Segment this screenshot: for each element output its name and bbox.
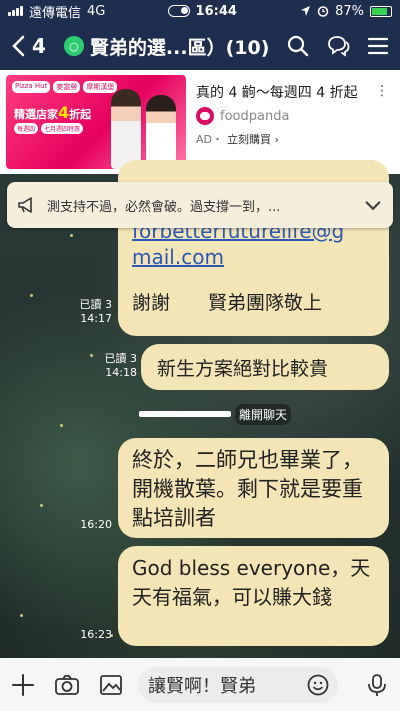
- message-bubble[interactable]: God bless everyone，天天有福氣，可以賺大錢: [118, 546, 389, 646]
- emoji-icon[interactable]: [306, 673, 330, 697]
- image-icon[interactable]: [98, 672, 124, 698]
- message-time: 14:18: [105, 366, 137, 379]
- ad-banner[interactable]: Pizza Hut 麥當勞 摩斯漢堡 精選店家4折起 每週四 七月週四特惠 真的…: [0, 70, 400, 174]
- ad-cta-link[interactable]: 立刻購買 ›: [227, 133, 279, 146]
- redacted-username: [138, 411, 231, 417]
- ad-logo-pizzahut: Pizza Hut: [12, 81, 51, 93]
- ad-image[interactable]: Pizza Hut 麥當勞 摩斯漢堡 精選店家4折起 每週四 七月週四特惠: [6, 75, 186, 169]
- location-icon: [301, 6, 311, 16]
- ad-chip: 七月週四特惠: [41, 123, 84, 134]
- toggle-icon: [167, 5, 190, 17]
- message-text: 終於，二師兄也畢業了，開機散葉。剩下就是要重點培訓者: [132, 448, 363, 530]
- ad-title[interactable]: 真的 4 齣～每週四 4 折起: [196, 83, 366, 103]
- chevron-left-icon: [12, 35, 25, 57]
- back-button[interactable]: 4: [10, 34, 46, 58]
- email-link-cont[interactable]: mail.com: [132, 244, 375, 270]
- ad-chip: 每週四: [14, 123, 39, 134]
- message-bubble[interactable]: 新生方案絕對比較貴: [141, 344, 389, 390]
- status-bar: 遠傳電信 4G 16:44 87%: [0, 0, 400, 22]
- search-icon[interactable]: [286, 34, 310, 58]
- battery-icon: [369, 5, 392, 17]
- plus-icon[interactable]: [10, 672, 36, 698]
- read-receipt: 已讀 3: [104, 352, 138, 365]
- message-text: 新生方案絕對比較貴: [157, 358, 329, 380]
- ad-logo-mos: 摩斯漢堡: [83, 81, 118, 93]
- ad-label: AD・: [196, 133, 223, 146]
- system-message-text: 離開聊天: [234, 403, 291, 425]
- unread-count: 4: [32, 34, 46, 58]
- system-message: 離開聊天: [70, 403, 360, 425]
- clock: 16:44: [195, 3, 237, 19]
- microphone-icon[interactable]: [364, 672, 390, 698]
- chat-title[interactable]: 賢弟的選...區）(10): [90, 33, 269, 60]
- announcement-bar[interactable]: 測支持不過，必然會破。過支撐一到，...: [7, 182, 393, 228]
- megaphone-icon: [18, 197, 32, 213]
- read-receipt: 已讀 3: [79, 298, 113, 311]
- message-input[interactable]: 讓賢啊！賢弟: [138, 666, 338, 703]
- message-bubble[interactable]: 終於，二師兄也畢業了，開機散葉。剩下就是要重點培訓者: [118, 438, 389, 538]
- chat-bubbles-icon[interactable]: [326, 34, 350, 58]
- message-input-value: 讓賢啊！賢弟: [148, 675, 256, 697]
- ad-model-man: [111, 89, 141, 169]
- ad-logo-mcdonalds: 麥當勞: [53, 81, 81, 93]
- alarm-icon: [317, 6, 329, 17]
- ad-headline: 精選店家4折起: [14, 103, 92, 122]
- menu-icon[interactable]: [366, 34, 390, 58]
- message-meta: 已讀 3 14:18: [105, 352, 138, 380]
- ad-brand: foodpanda: [220, 108, 290, 124]
- message-meta: 已讀 3 14:17: [80, 298, 113, 326]
- group-badge-icon: ○: [63, 36, 84, 56]
- message-time: 16:23: [80, 628, 112, 641]
- ad-model-woman: [146, 95, 176, 169]
- message-text: 謝謝 賢弟團隊敬上: [132, 292, 323, 314]
- chat-header: 4 ○ 賢弟的選...區）(10): [0, 22, 400, 70]
- battery-label: 87%: [335, 3, 364, 19]
- network-label: 4G: [87, 3, 106, 19]
- chevron-down-icon[interactable]: [363, 195, 383, 215]
- carrier-label: 遠傳電信: [29, 5, 82, 21]
- announcement-text: 測支持不過，必然會破。過支撐一到，...: [47, 199, 281, 215]
- signal-icon: [8, 6, 23, 16]
- foodpanda-logo-icon: [196, 107, 214, 125]
- message-time: 14:17: [80, 312, 112, 325]
- camera-icon[interactable]: [54, 672, 80, 698]
- input-bar: 讓賢啊！賢弟: [0, 658, 400, 711]
- message-text: God bless everyone，天天有福氣，可以賺大錢: [132, 556, 371, 609]
- message-time: 16:20: [80, 518, 112, 531]
- more-options-icon[interactable]: ⋮: [375, 83, 389, 99]
